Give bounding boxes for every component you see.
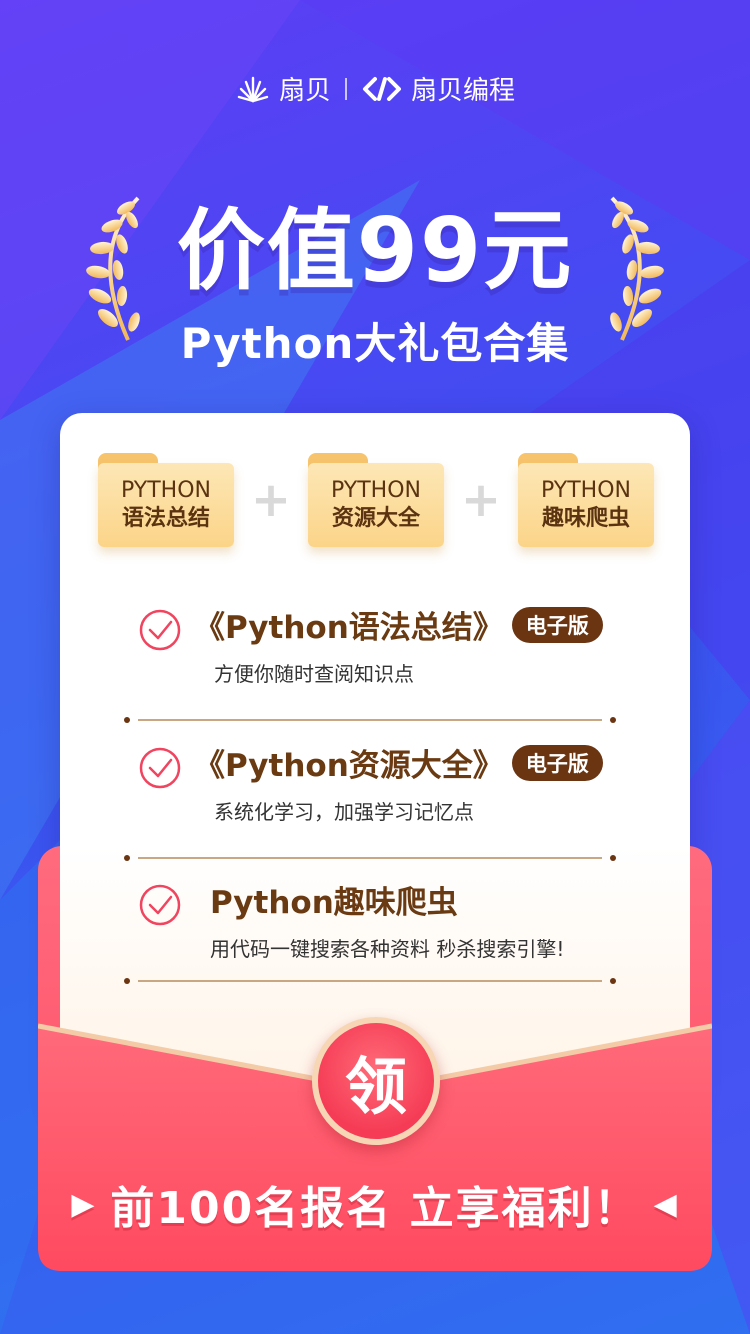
subheadline: Python大礼包合集 bbox=[180, 319, 570, 368]
cta-text: 前100名报名 立享福利！ bbox=[110, 1183, 640, 1234]
claim-seal-button[interactable]: 领 bbox=[312, 1017, 440, 1145]
headline: 价值99元 bbox=[176, 199, 574, 302]
arrow-left-icon: ◀ bbox=[653, 1186, 679, 1222]
item-desc: 系统化学习，加强学习记忆点 bbox=[214, 800, 474, 824]
item-title-row: Python趣味爬虫 bbox=[210, 877, 458, 922]
status-badge: 电子版 bbox=[511, 744, 603, 781]
cta-banner[interactable]: ▶ 前100名报名 立享福利！ ◀ bbox=[0, 1172, 750, 1236]
folder-line1: PYTHON bbox=[541, 478, 631, 503]
divider bbox=[124, 717, 616, 723]
status-badge: 电子版 bbox=[511, 606, 603, 643]
folder-syntax: PYTHON 语法总结 bbox=[98, 453, 234, 547]
brand-shanbay: 扇贝 bbox=[235, 70, 331, 107]
folder-line2: 语法总结 bbox=[121, 506, 210, 531]
item-title-row: 《Python资源大全》 电子版 bbox=[194, 740, 603, 785]
code-link-logo-icon bbox=[363, 76, 401, 101]
brand-bar: 扇贝 扇贝编程 bbox=[0, 70, 750, 107]
folder-line2: 趣味爬虫 bbox=[541, 506, 630, 531]
brand-name-1: 扇贝 bbox=[278, 76, 331, 106]
arrow-right-icon: ▶ bbox=[71, 1186, 97, 1222]
folder-body: PYTHON 语法总结 bbox=[98, 463, 234, 547]
brand-name-2: 扇贝编程 bbox=[411, 76, 516, 106]
check-circle-icon bbox=[139, 884, 181, 926]
brand-shanbay-code: 扇贝编程 bbox=[361, 70, 515, 107]
brand-separator bbox=[345, 77, 347, 100]
divider bbox=[124, 855, 616, 861]
plus-icon: + bbox=[250, 472, 292, 528]
item-title: 《Python语法总结》 bbox=[194, 610, 504, 646]
item-title-row: 《Python语法总结》 电子版 bbox=[194, 602, 603, 647]
divider bbox=[124, 978, 616, 984]
folder-resources: PYTHON 资源大全 bbox=[308, 453, 444, 547]
check-circle-icon bbox=[139, 747, 181, 789]
item-title: 《Python资源大全》 bbox=[194, 748, 504, 784]
item-desc: 方便你随时查阅知识点 bbox=[214, 662, 414, 686]
folder-crawler: PYTHON 趣味爬虫 bbox=[518, 453, 654, 547]
item-desc: 用代码一键搜索各种资料 秒杀搜索引擎! bbox=[210, 937, 565, 961]
folder-body: PYTHON 趣味爬虫 bbox=[518, 463, 654, 547]
plus-icon: + bbox=[460, 472, 502, 528]
sunburst-logo-icon bbox=[237, 76, 269, 102]
folder-line1: PYTHON bbox=[121, 478, 211, 503]
check-circle-icon bbox=[139, 609, 181, 651]
item-title: Python趣味爬虫 bbox=[210, 885, 458, 921]
folder-line2: 资源大全 bbox=[331, 506, 420, 531]
folder-body: PYTHON 资源大全 bbox=[308, 463, 444, 547]
folder-line1: PYTHON bbox=[331, 478, 421, 503]
folder-row: PYTHON 语法总结 + PYTHON 资源大全 + PYTHON 趣味爬虫 bbox=[98, 453, 654, 547]
